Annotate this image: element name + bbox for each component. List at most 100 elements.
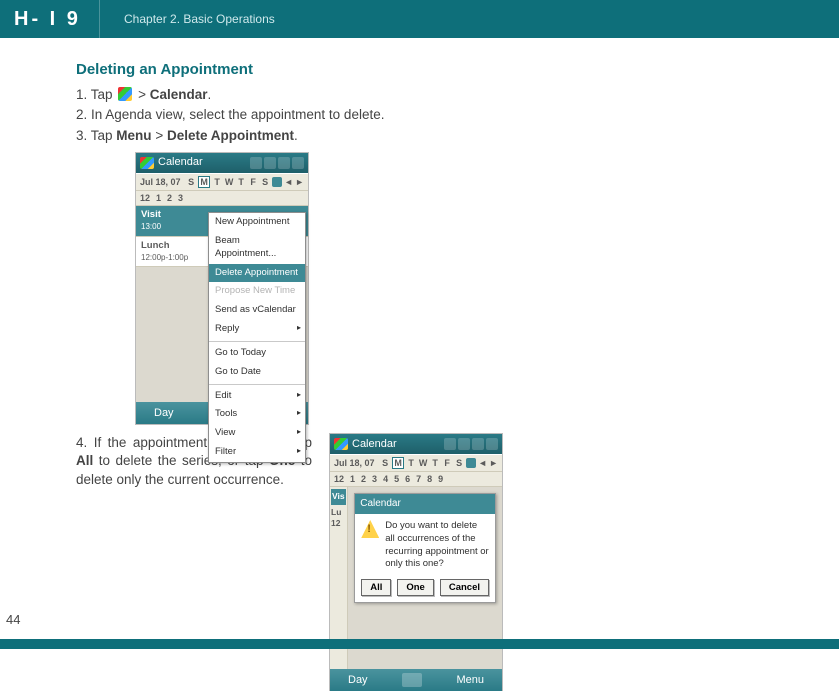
keyboard-icon[interactable] xyxy=(402,673,422,687)
wm-titlebar: Calendar xyxy=(136,153,308,173)
num: 7 xyxy=(416,473,421,485)
day-t[interactable]: T xyxy=(212,176,222,188)
step-4: 4. If the appointment is recurring, tap … xyxy=(76,434,312,691)
menu-view[interactable]: View xyxy=(209,424,305,443)
date-label[interactable]: Jul 18, 07 xyxy=(140,176,181,188)
signal-icon xyxy=(458,438,470,450)
day-s[interactable]: S xyxy=(186,176,196,188)
menu-edit[interactable]: Edit xyxy=(209,387,305,406)
close-icon[interactable] xyxy=(292,157,304,169)
dialog-cancel-button[interactable]: Cancel xyxy=(440,579,489,596)
app-title: Calendar xyxy=(158,155,203,170)
soft-key-bar: Day Menu xyxy=(330,669,502,691)
step-4-all: All xyxy=(76,453,93,468)
num: 12 xyxy=(334,473,344,485)
menu-go-to-date[interactable]: Go to Date xyxy=(209,363,305,382)
day-t2[interactable]: T xyxy=(430,457,440,469)
dialog-buttons: All One Cancel xyxy=(361,579,489,596)
bell-icon[interactable] xyxy=(250,157,262,169)
step-2: 2. In Agenda view, select the appointmen… xyxy=(76,106,680,124)
titlebar-icons xyxy=(444,438,498,450)
softkey-day[interactable]: Day xyxy=(154,406,174,421)
instruction-list: 1. Tap > Calendar. 2. In Agenda view, se… xyxy=(76,86,680,145)
page-header: H- I 9 Chapter 2. Basic Operations xyxy=(0,0,839,38)
step-3-action: Delete Appointment xyxy=(167,128,294,143)
step-1-text: 1. Tap xyxy=(76,87,116,102)
num: 6 xyxy=(405,473,410,485)
day-m-selected[interactable]: M xyxy=(392,457,404,469)
menu-delete-appointment[interactable]: Delete Appointment xyxy=(209,264,305,283)
start-icon[interactable] xyxy=(140,157,154,169)
chapter-title: Chapter 2. Basic Operations xyxy=(100,11,275,27)
day-s[interactable]: S xyxy=(380,457,390,469)
date-label[interactable]: Jul 18, 07 xyxy=(334,457,375,469)
menu-propose-new-time: Propose New Time xyxy=(209,282,305,301)
titlebar-icons xyxy=(250,157,304,169)
num: 2 xyxy=(361,473,366,485)
wm-titlebar: Calendar xyxy=(330,434,502,454)
view-toggle-icon[interactable] xyxy=(466,458,476,468)
date-row: Jul 18, 07 S M T W T F S ◄ ► xyxy=(330,454,502,472)
step-3-menu: Menu xyxy=(116,128,151,143)
day-w[interactable]: W xyxy=(418,457,428,469)
agenda-and-menu: Visit 13:00 Lunch 12:00p-1:00p New Appoi… xyxy=(136,206,308,402)
nav-right-icon[interactable]: ► xyxy=(295,176,304,188)
start-icon[interactable] xyxy=(334,438,348,450)
day-m-selected[interactable]: M xyxy=(198,176,210,188)
volume-icon[interactable] xyxy=(278,157,290,169)
volume-icon[interactable] xyxy=(472,438,484,450)
nav-left-icon[interactable]: ◄ xyxy=(284,176,293,188)
close-icon[interactable] xyxy=(486,438,498,450)
menu-tools[interactable]: Tools xyxy=(209,405,305,424)
screenshot-delete-menu: Calendar Jul 18, 07 S M T W T F S ◄ ► xyxy=(136,153,308,424)
menu-send-vcalendar[interactable]: Send as vCalendar xyxy=(209,301,305,320)
num: 4 xyxy=(383,473,388,485)
menu-separator xyxy=(209,341,305,342)
confirm-dialog: Calendar Do you want to delete all occur… xyxy=(354,493,496,603)
num: 8 xyxy=(427,473,432,485)
num: 2 xyxy=(167,192,172,204)
day-s2[interactable]: S xyxy=(260,176,270,188)
day-t[interactable]: T xyxy=(406,457,416,469)
view-toggle-icon[interactable] xyxy=(272,177,282,187)
day-selector[interactable]: S M T W T F S xyxy=(186,176,270,188)
num: 3 xyxy=(178,192,183,204)
num: 5 xyxy=(394,473,399,485)
softkey-day[interactable]: Day xyxy=(348,673,368,688)
device-logo: H- I 9 xyxy=(0,0,100,38)
day-w[interactable]: W xyxy=(224,176,234,188)
appt-clip-2a: Lu xyxy=(331,507,346,518)
nav-right-icon[interactable]: ► xyxy=(489,457,498,469)
menu-reply[interactable]: Reply xyxy=(209,320,305,339)
step-1-gt: > xyxy=(138,87,150,102)
page-content: Deleting an Appointment 1. Tap > Calenda… xyxy=(0,38,720,691)
step-1: 1. Tap > Calendar. xyxy=(76,86,680,104)
nav-left-icon[interactable]: ◄ xyxy=(478,457,487,469)
appt-clip-2b: 12 xyxy=(331,518,346,529)
menu-separator xyxy=(209,384,305,385)
menu-filter[interactable]: Filter xyxy=(209,443,305,462)
day-t2[interactable]: T xyxy=(236,176,246,188)
dialog-text: Do you want to delete all occurrences of… xyxy=(385,520,489,571)
menu-go-to-today[interactable]: Go to Today xyxy=(209,344,305,363)
page-number: 44 xyxy=(6,611,20,629)
section-heading: Deleting an Appointment xyxy=(76,60,680,80)
warning-icon xyxy=(361,520,379,538)
day-f[interactable]: F xyxy=(248,176,258,188)
menu-beam-appointment[interactable]: Beam Appointment... xyxy=(209,232,305,264)
num: 3 xyxy=(372,473,377,485)
day-selector[interactable]: S M T W T F S xyxy=(380,457,464,469)
menu-new-appointment[interactable]: New Appointment xyxy=(209,213,305,232)
dialog-body: Do you want to delete all occurrences of… xyxy=(361,520,489,571)
day-s2[interactable]: S xyxy=(454,457,464,469)
number-row: 12 1 2 3 xyxy=(136,191,308,206)
day-f[interactable]: F xyxy=(442,457,452,469)
dialog-one-button[interactable]: One xyxy=(397,579,433,596)
signal-icon xyxy=(264,157,276,169)
number-row: 12 1 2 3 4 5 6 7 8 9 xyxy=(330,472,502,487)
num: 1 xyxy=(156,192,161,204)
dialog-all-button[interactable]: All xyxy=(361,579,391,596)
step-1-suffix: . xyxy=(207,87,211,102)
softkey-menu[interactable]: Menu xyxy=(456,673,484,688)
bell-icon[interactable] xyxy=(444,438,456,450)
